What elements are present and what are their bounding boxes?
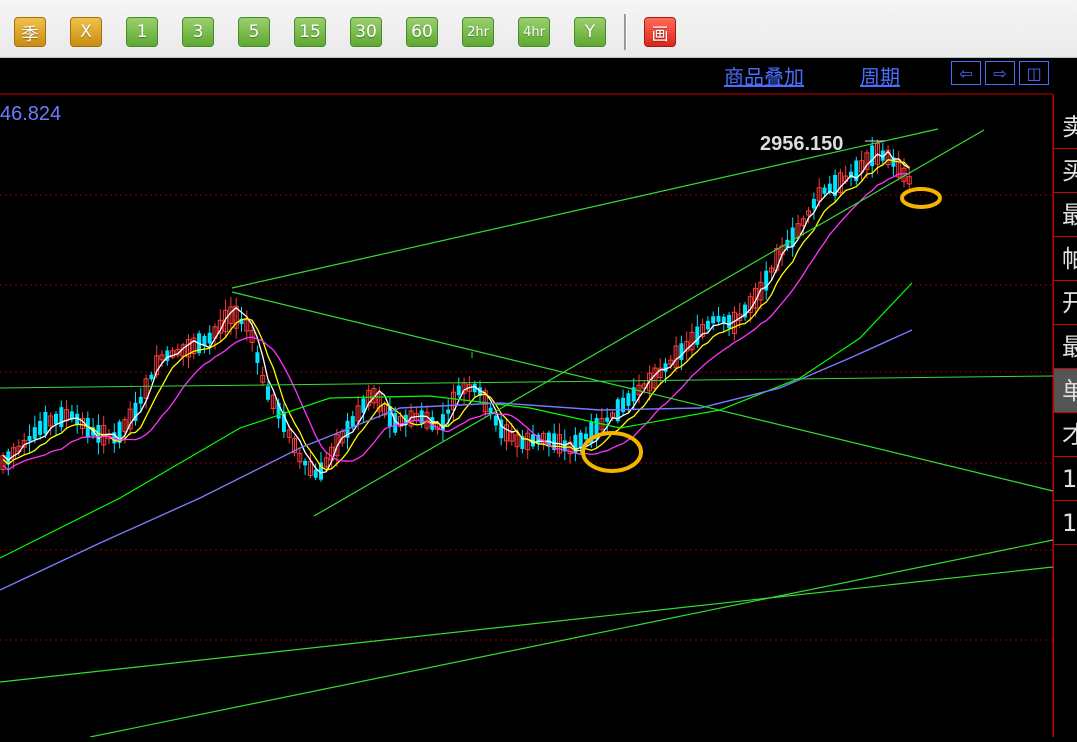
candle-body-down <box>202 335 207 346</box>
side-panel-row: 卖 <box>1054 105 1077 149</box>
candle-body-down <box>59 407 64 428</box>
side-panel-row: 单 <box>1054 369 1077 413</box>
candle-body-down <box>350 416 355 427</box>
side-panel-row: 帕 <box>1054 237 1077 281</box>
candle-body-down <box>266 386 270 400</box>
candle-body-down <box>207 332 212 344</box>
candlestick-chart[interactable] <box>0 58 1077 738</box>
candle-body-down <box>446 409 451 414</box>
candle-body-down <box>695 326 700 345</box>
candle-body-down <box>711 316 716 324</box>
period-button-季[interactable]: 季 <box>14 17 46 47</box>
side-panel-row: 才 <box>1054 413 1077 457</box>
side-panel-row: 买 <box>1054 149 1077 193</box>
candle-body-down <box>584 433 588 440</box>
candle-body-down <box>811 198 816 209</box>
highlight-ellipse <box>900 187 942 209</box>
split-view-icon[interactable]: ◫ <box>1019 61 1049 85</box>
ma60-line <box>0 329 913 591</box>
trend-line <box>231 291 1054 492</box>
candle-body-down <box>663 363 668 372</box>
side-panel-row: 1 <box>1054 501 1077 545</box>
quote-side-panel: 卖买最帕开最单才11 <box>1053 95 1077 737</box>
trend-line <box>0 375 1054 389</box>
trend-line <box>0 566 1054 683</box>
candle-body-down <box>822 187 827 194</box>
period-button-60[interactable]: 60 <box>406 17 438 47</box>
candle-body-down <box>27 436 32 441</box>
candle-body-down <box>32 427 37 440</box>
candle-body-down <box>605 417 610 422</box>
candle-body-down <box>255 352 260 363</box>
trend-line <box>89 539 1054 738</box>
candle-body-down <box>705 320 710 330</box>
axis-price-label: 46.824 <box>0 103 62 125</box>
side-panel-row: 开 <box>1054 281 1077 325</box>
candle-body-down <box>578 432 583 448</box>
ma20-line <box>2 172 910 471</box>
side-panel-row: 1 <box>1054 457 1077 501</box>
side-panel-row: 最 <box>1054 193 1077 237</box>
candle-body-down <box>716 315 721 322</box>
period-button-3[interactable]: 3 <box>182 17 214 47</box>
period-button-x[interactable]: X <box>70 17 102 47</box>
ma5-line <box>2 150 910 474</box>
candle-body-down <box>149 374 154 380</box>
arrow-right-icon[interactable]: ⇨ <box>985 61 1015 85</box>
draw-tool-button[interactable]: 画 <box>644 17 676 47</box>
period-button-15[interactable]: 15 <box>294 17 326 47</box>
period-button-30[interactable]: 30 <box>350 17 382 47</box>
candle-body-down <box>493 415 498 426</box>
side-panel-row: 最 <box>1054 325 1077 369</box>
overlay-commodity-link[interactable]: 商品叠加 <box>724 61 804 90</box>
period-link[interactable]: 周期 <box>860 61 900 90</box>
candle-body-down <box>870 145 875 167</box>
period-button-y[interactable]: Y <box>574 17 606 47</box>
candle-body-down <box>54 413 58 425</box>
period-button-4hr[interactable]: 4hr <box>518 17 550 47</box>
period-button-1[interactable]: 1 <box>126 17 158 47</box>
high-price-label: 2956.150 <box>760 133 844 155</box>
arrow-left-icon[interactable]: ⇦ <box>951 61 981 85</box>
candle-body-down <box>727 314 732 329</box>
candle-body-down <box>138 396 143 404</box>
chart-canvas[interactable] <box>0 58 1077 738</box>
candle-body-down <box>456 385 461 396</box>
trend-line <box>313 129 985 517</box>
candle-body-down <box>38 420 43 435</box>
period-toolbar: 季 X 1 3 5 15 30 60 2hr 4hr Y 画 <box>0 0 1077 58</box>
candle-body-down <box>626 393 631 406</box>
period-button-2hr[interactable]: 2hr <box>462 17 494 47</box>
candle-body-down <box>303 460 308 466</box>
candle-body-down <box>313 469 318 478</box>
toolbar-separator <box>624 14 627 50</box>
period-button-5[interactable]: 5 <box>238 17 270 47</box>
highlight-ellipse <box>581 431 643 473</box>
candle-body-down <box>679 343 684 360</box>
candle-body-down <box>43 411 48 434</box>
